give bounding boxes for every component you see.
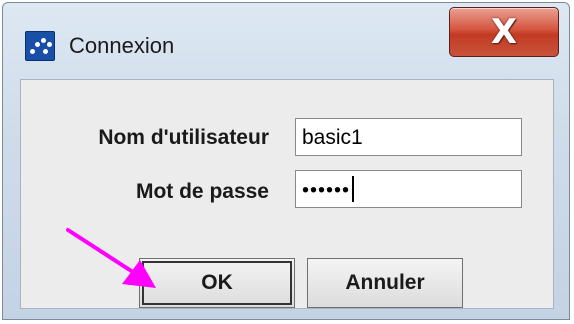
cancel-button-label: Annuler [345, 271, 425, 294]
close-button[interactable]: X [449, 7, 559, 57]
text-caret [352, 176, 355, 202]
cancel-button[interactable]: Annuler [307, 258, 463, 308]
ok-button-label: OK [201, 271, 233, 294]
username-value: basic1 [302, 126, 363, 149]
window-title: Connexion [69, 33, 175, 58]
username-field[interactable]: basic1 [295, 118, 522, 156]
password-label: Mot de passe [135, 180, 269, 203]
app-icon [25, 31, 55, 61]
title-bar[interactable]: Connexion X [3, 3, 569, 79]
annotation-arrow-icon [66, 228, 156, 288]
password-field[interactable]: •••••• [295, 170, 522, 208]
close-icon: X [490, 12, 518, 52]
username-label: Nom d'utilisateur [98, 126, 269, 149]
password-value: •••••• [302, 179, 351, 202]
